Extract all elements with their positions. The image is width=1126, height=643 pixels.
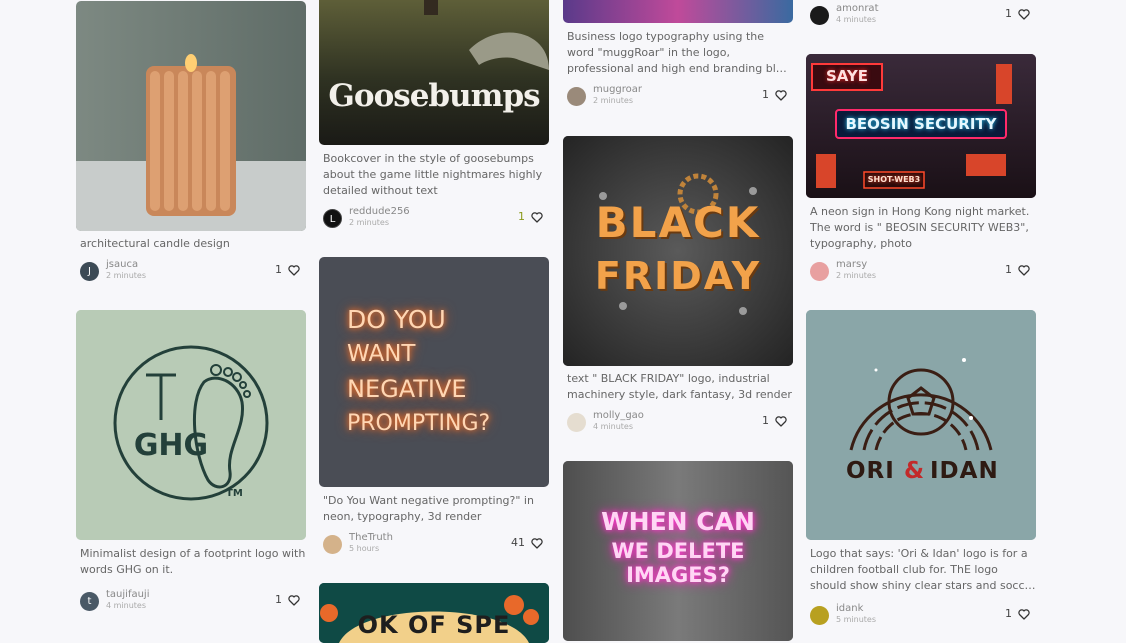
like-count: 1 xyxy=(518,210,525,223)
username[interactable]: jsauca xyxy=(106,259,138,270)
post-caption: architectural candle design xyxy=(80,237,230,250)
like-count: 1 xyxy=(762,88,769,101)
username[interactable]: taujifauji xyxy=(106,589,150,600)
post-image[interactable]: DO YOU WANT NEGATIVE PROMPTING? xyxy=(319,257,549,487)
post-time: 2 minutes xyxy=(836,271,877,280)
post-meta: TheTruth 5 hours 41 xyxy=(323,532,549,559)
like-count: 1 xyxy=(275,263,282,276)
post-time: 2 minutes xyxy=(593,96,634,105)
neon-sign-1: SAYE xyxy=(825,67,869,85)
username[interactable]: reddude256 xyxy=(349,206,410,217)
heart-icon[interactable] xyxy=(531,212,543,223)
logo-text: GHG xyxy=(133,428,209,463)
like-count: 1 xyxy=(1005,263,1012,276)
goosebumps-cover-image xyxy=(319,0,549,145)
post-time: 4 minutes xyxy=(836,15,877,24)
avatar[interactable] xyxy=(567,413,586,432)
post-image[interactable]: SAYE BEOSIN SECURITY SHOT-WEB3 xyxy=(806,54,1036,198)
post-meta: idank 5 minutes 1 xyxy=(810,603,1036,630)
heart-icon[interactable] xyxy=(1018,265,1030,276)
post-meta: amonrat 4 minutes 1 xyxy=(810,3,1036,30)
post-meta: L reddude256 2 minutes 1 xyxy=(323,206,549,233)
footprint-logo-image xyxy=(76,310,306,540)
post-image[interactable]: Goosebumps xyxy=(319,0,549,145)
logo-ampersand: & xyxy=(904,458,925,484)
avatar[interactable]: t xyxy=(80,592,99,611)
neon-sign-3: SHOT-WEB3 xyxy=(867,175,921,184)
neon-line-2: WE DELETE xyxy=(611,539,745,563)
post-time: 2 minutes xyxy=(106,271,147,280)
neon-line-3: IMAGES? xyxy=(626,563,730,587)
heart-icon[interactable] xyxy=(1018,9,1030,20)
post-caption: Bookcover in the style of goosebumps abo… xyxy=(323,152,543,197)
heart-icon[interactable] xyxy=(775,90,787,101)
post-caption: Minimalist design of a footprint logo wi… xyxy=(80,547,306,576)
post-time: 2 minutes xyxy=(349,218,390,227)
avatar[interactable] xyxy=(810,262,829,281)
headline-line-2: FRIDAY xyxy=(594,254,762,298)
heart-icon[interactable] xyxy=(288,265,300,276)
football-club-logo-image xyxy=(806,310,1036,540)
heart-icon[interactable] xyxy=(531,538,543,549)
avatar[interactable]: L xyxy=(323,209,342,228)
username[interactable]: muggroar xyxy=(593,84,642,95)
post-caption: "Do You Want negative prompting?" in neo… xyxy=(323,494,534,523)
post-image[interactable]: WHEN CAN WE DELETE IMAGES? xyxy=(563,461,793,641)
heart-icon[interactable] xyxy=(1018,609,1030,620)
post-image[interactable]: OK OF SPE xyxy=(319,583,549,643)
username[interactable]: TheTruth xyxy=(349,532,393,543)
post-time: 5 minutes xyxy=(836,615,877,624)
logo-word-idan: IDAN xyxy=(930,458,999,484)
like-count: 1 xyxy=(275,593,282,606)
like-count: 1 xyxy=(762,414,769,427)
avatar[interactable] xyxy=(567,87,586,106)
cover-title: OK OF SPE xyxy=(357,611,511,639)
neon-line-4: PROMPTING? xyxy=(347,411,491,436)
post-image[interactable]: GHG TM xyxy=(76,310,306,540)
logo-word-ori: ORI xyxy=(846,458,895,484)
like-count: 41 xyxy=(511,536,525,549)
neon-sign-2: BEOSIN SECURITY xyxy=(845,115,997,133)
post-caption: A neon sign in Hong Kong night market. T… xyxy=(810,205,1030,250)
black-friday-image xyxy=(563,136,793,366)
neon-line-2: WANT xyxy=(347,341,416,367)
post-time: 4 minutes xyxy=(106,601,147,610)
username[interactable]: idank xyxy=(836,603,863,614)
post-caption: Business logo typography using the word … xyxy=(567,30,790,75)
username[interactable]: amonrat xyxy=(836,3,879,14)
post-meta: marsy 2 minutes 1 xyxy=(810,259,1036,286)
post-time: 4 minutes xyxy=(593,422,634,431)
heart-icon[interactable] xyxy=(775,416,787,427)
cover-title: Goosebumps xyxy=(328,78,540,114)
headline-line-1: BLACK xyxy=(595,198,761,247)
avatar[interactable]: J xyxy=(80,262,99,281)
post-meta: muggroar 2 minutes 1 xyxy=(567,84,793,111)
neon-line-1: DO YOU xyxy=(347,305,446,334)
like-count: 1 xyxy=(1005,607,1012,620)
post-meta: molly_gao 4 minutes 1 xyxy=(567,410,793,437)
candle-image xyxy=(76,1,306,231)
post-caption: Logo that says: 'Ori & Idan' logo is for… xyxy=(810,547,1036,592)
post-image[interactable]: ORI & IDAN xyxy=(806,310,1036,540)
like-count: 1 xyxy=(1005,7,1012,20)
trademark-text: TM xyxy=(226,488,243,499)
logo-image xyxy=(563,0,793,23)
post-image[interactable] xyxy=(76,1,306,231)
neon-line-3: NEGATIVE xyxy=(347,375,467,403)
avatar[interactable] xyxy=(810,606,829,625)
neon-line-1: WHEN CAN xyxy=(601,507,755,536)
post-meta: J jsauca 2 minutes 1 xyxy=(80,259,306,286)
avatar[interactable] xyxy=(323,535,342,554)
post-meta: t taujifauji 4 minutes 1 xyxy=(80,589,306,616)
username[interactable]: molly_gao xyxy=(593,410,644,421)
post-time: 5 hours xyxy=(349,544,380,553)
post-image[interactable] xyxy=(563,0,793,23)
post-image[interactable]: BLACK FRIDAY xyxy=(563,136,793,366)
heart-icon[interactable] xyxy=(288,595,300,606)
avatar[interactable] xyxy=(810,6,829,25)
post-caption: text " BLACK FRIDAY" logo, industrial ma… xyxy=(567,372,792,401)
username[interactable]: marsy xyxy=(836,259,867,270)
